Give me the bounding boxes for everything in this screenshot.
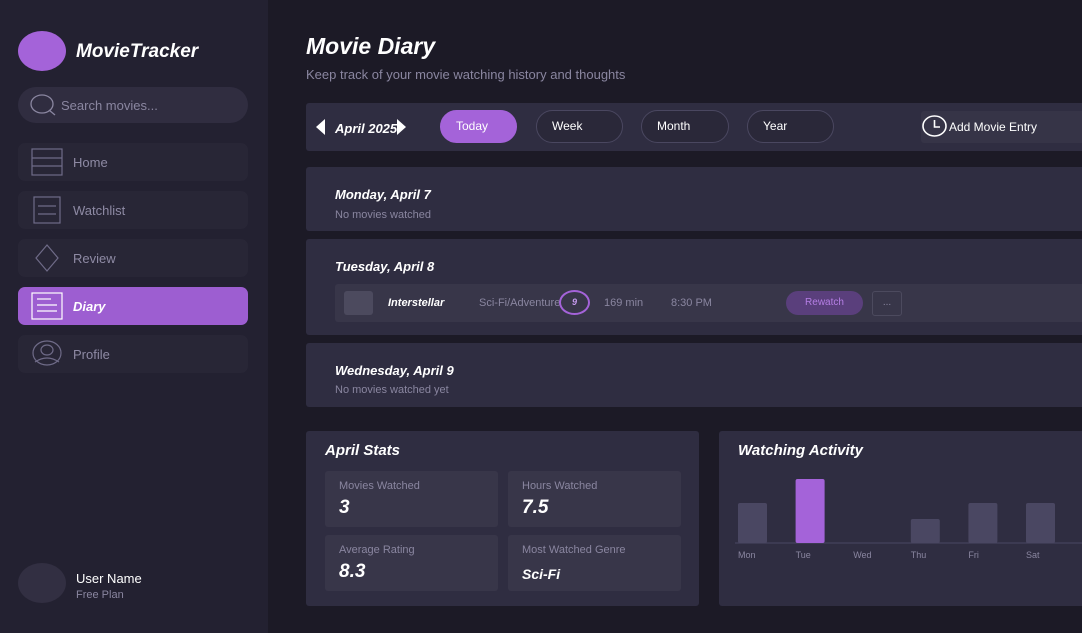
chart-bar-mon	[738, 503, 767, 543]
movie-entry-row[interactable]: Interstellar Sci-Fi/Adventure 9 169 min …	[335, 284, 1082, 322]
sidebar-item-profile[interactable]: Profile	[18, 335, 248, 373]
stat-hours-watched: Hours Watched 7.5	[508, 471, 681, 527]
filter-year-button[interactable]: Year	[747, 110, 834, 143]
day-empty-text: No movies watched yet	[335, 384, 449, 396]
april-stats-card: April Stats Movies Watched 3 Hours Watch…	[306, 431, 699, 606]
sidebar: MovieTracker Home Watchlist Review	[0, 0, 268, 633]
stat-label: Movies Watched	[339, 480, 420, 492]
chart-bar-sat	[1026, 503, 1055, 543]
date-toolbar: April 2025 Today Week Month Year Add Mov…	[306, 103, 1082, 151]
sidebar-item-home[interactable]: Home	[18, 143, 248, 181]
filter-today-button[interactable]: Today	[440, 110, 517, 143]
filter-week-button[interactable]: Week	[536, 110, 623, 143]
stat-label: Hours Watched	[522, 480, 598, 492]
chart-tick-label: Thu	[911, 550, 927, 560]
sidebar-item-review[interactable]: Review	[18, 239, 248, 277]
chart-tick-label: Tue	[796, 550, 811, 560]
avatar[interactable]	[18, 563, 66, 603]
stat-movies-watched: Movies Watched 3	[325, 471, 498, 527]
next-month-button[interactable]	[397, 119, 406, 135]
stat-average-rating: Average Rating 8.3	[325, 535, 498, 591]
chart-tick-label: Sat	[1026, 550, 1040, 560]
more-options-button[interactable]: ...	[872, 291, 902, 316]
chart-bar-tue	[795, 479, 825, 543]
chart-tick-label: Mon	[738, 550, 756, 560]
stats-title: April Stats	[325, 442, 401, 459]
stat-value: 3	[339, 497, 350, 518]
day-title: Tuesday, April 8	[335, 259, 435, 274]
watching-activity-chart: Mon Tue Wed Thu Fri Sat	[735, 479, 1082, 560]
stat-value: 7.5	[522, 497, 549, 518]
current-month: April 2025	[335, 121, 398, 136]
filter-month-button[interactable]: Month	[641, 110, 729, 143]
sidebar-item-diary[interactable]: Diary	[18, 287, 248, 325]
day-card: Monday, April 7 No movies watched	[306, 167, 1082, 231]
movie-poster	[344, 291, 373, 315]
movie-watch-time: 8:30 PM	[671, 297, 712, 309]
chart-bar-thu	[910, 519, 940, 543]
search-bar[interactable]	[18, 87, 248, 123]
stat-label: Average Rating	[339, 544, 415, 556]
chart-tick-label: Wed	[853, 550, 871, 560]
stat-label: Most Watched Genre	[522, 544, 626, 556]
profile-icon	[32, 340, 62, 366]
search-input[interactable]	[61, 87, 241, 123]
sidebar-item-label: Home	[73, 155, 108, 170]
movie-runtime: 169 min	[604, 297, 644, 309]
stat-value: 8.3	[339, 561, 366, 582]
day-card: Tuesday, April 8 Interstellar Sci-Fi/Adv…	[306, 239, 1082, 335]
day-title: Wednesday, April 9	[335, 363, 454, 378]
user-plan: Free Plan	[76, 589, 124, 601]
clock-icon	[922, 115, 947, 137]
add-movie-entry-button[interactable]: Add Movie Entry	[921, 111, 1082, 143]
app-name: MovieTracker	[76, 41, 199, 62]
page-subtitle: Keep track of your movie watching histor…	[306, 67, 626, 82]
stat-value: Sci-Fi	[522, 566, 561, 582]
rewatch-tag[interactable]: Rewatch	[786, 291, 863, 315]
rating-badge: 9	[559, 290, 590, 315]
add-movie-entry-label: Add Movie Entry	[949, 120, 1038, 134]
day-empty-text: No movies watched	[335, 209, 431, 221]
stat-most-watched-genre: Most Watched Genre Sci-Fi	[508, 535, 681, 591]
user-name: User Name	[76, 571, 142, 586]
watching-activity-card: Watching Activity Mon Tue Wed Thu Fri Sat	[719, 431, 1082, 606]
logo-icon	[18, 31, 66, 71]
day-title: Monday, April 7	[335, 187, 431, 202]
sidebar-item-label: Diary	[73, 299, 106, 314]
movie-title: Interstellar	[388, 297, 445, 309]
page-title: Movie Diary	[306, 33, 436, 59]
search-icon	[30, 94, 56, 116]
sidebar-item-label: Watchlist	[73, 203, 126, 218]
diamond-icon	[35, 244, 59, 272]
movie-genre: Sci-Fi/Adventure	[479, 297, 561, 309]
home-icon	[31, 148, 63, 176]
list-icon	[33, 196, 61, 224]
sidebar-item-watchlist[interactable]: Watchlist	[18, 191, 248, 229]
chart-bar-fri	[968, 503, 998, 543]
diary-icon	[31, 292, 63, 320]
chart-tick-label: Fri	[968, 550, 979, 560]
sidebar-item-label: Review	[73, 251, 116, 266]
prev-month-button[interactable]	[316, 119, 325, 135]
day-card: Wednesday, April 9 No movies watched yet	[306, 343, 1082, 407]
sidebar-item-label: Profile	[73, 347, 110, 362]
